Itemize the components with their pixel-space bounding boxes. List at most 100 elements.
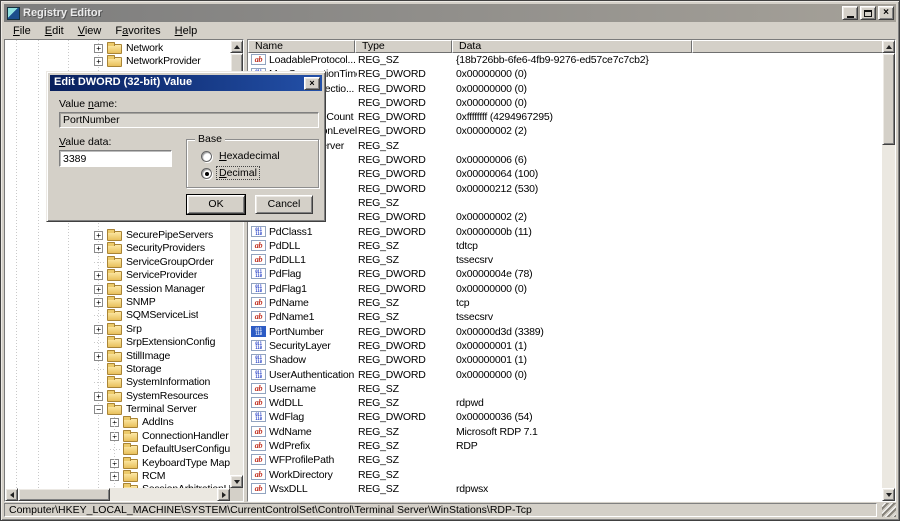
scroll-up-button[interactable] [230,40,243,53]
tree-item-network[interactable]: + Network [5,42,230,55]
registry-value-row[interactable]: 011110REG_DWORD0x00000064 (100) [248,167,882,181]
resize-grip[interactable] [882,503,896,517]
registry-value-row[interactable]: 011110MaxDisconnectio...REG_DWORD0x00000… [248,82,882,96]
tree-item-connectionhandler[interactable]: +ConnectionHandler [5,429,230,443]
column-header-blank[interactable] [692,40,886,53]
value-name-field[interactable]: PortNumber [59,112,319,128]
tree-item-stillimage[interactable]: + StillImage [5,349,230,363]
expand-toggle[interactable]: + [94,44,103,53]
tree-item-snmp[interactable]: + SNMP [5,295,230,309]
registry-value-row[interactable]: ab WorkDirectory REG_SZ [248,468,882,482]
registry-value-row[interactable]: 011110REG_DWORD0x00000212 (530) [248,182,882,196]
column-header-name[interactable]: Name [248,40,355,53]
radio-hexadecimal[interactable]: Hexadecimal [201,150,282,162]
expand-toggle[interactable]: + [94,351,103,361]
tree-item-servicegrouporder[interactable]: ServiceGroupOrder [5,255,230,269]
expand-toggle[interactable]: + [94,324,103,334]
registry-value-row[interactable]: 011110REG_DWORD0x00000006 (6) [248,153,882,167]
expand-toggle[interactable]: + [94,284,103,294]
expand-toggle[interactable]: + [94,297,103,307]
decimal-label[interactable]: Decimal [216,166,260,180]
registry-value-row[interactable]: ab PdName1 REG_SZ tssecsrv [248,310,882,324]
dialog-titlebar[interactable]: Edit DWORD (32-bit) Value × [50,75,322,91]
tree-item-securityproviders[interactable]: + SecurityProviders [5,242,230,255]
value-data-input[interactable] [59,150,172,167]
scroll-thumb[interactable] [882,53,895,145]
cancel-button[interactable]: Cancel [255,195,313,214]
tree-item-srp[interactable]: + Srp [5,322,230,336]
menu-item-favorites[interactable]: Favorites [108,23,167,39]
menu-item-edit[interactable]: Edit [38,23,71,39]
tree-item-systeminformation[interactable]: SystemInformation [5,376,230,390]
registry-value-row[interactable]: 011 110 PdClass1 REG_DWORD 0x0000000b (11) [248,225,882,239]
registry-value-row[interactable]: ab LoadableProtocol... REG_SZ {18b726bb-6fe… [248,53,882,67]
registry-value-row[interactable]: 011110MaxConnectionTimeREG_DWORD0x000000… [248,67,882,81]
registry-value-row[interactable]: abREG_SZ [248,196,882,210]
registry-value-row[interactable]: 011 110 Shadow REG_DWORD 0x00000001 (1) [248,353,882,367]
expand-toggle[interactable]: + [94,391,103,401]
scroll-right-button[interactable] [217,488,230,501]
radio-button-icon[interactable] [201,167,212,179]
menu-item-help[interactable]: Help [168,23,205,39]
minimize-button[interactable] [842,6,858,20]
registry-value-row[interactable]: 011 110 PortNumber REG_DWORD 0x00000d3d (338… [248,325,882,339]
expand-toggle[interactable]: + [94,57,103,67]
registry-value-row[interactable]: ab PdDLL REG_SZ tdtcp [248,239,882,253]
tree-item-sqmservicelist[interactable]: SQMServiceList [5,309,230,323]
registry-value-row[interactable]: 011 110 UserAuthentication REG_DWORD 0x00000… [248,368,882,382]
tree-item-addins[interactable]: +AddIns [5,416,230,429]
registry-value-row[interactable]: 011110REG_DWORD0x00000002 (2) [248,210,882,224]
tree-item-defaultuserconfiguration[interactable]: DefaultUserConfiguration [5,443,230,457]
scroll-thumb[interactable] [18,488,110,501]
list-vertical-scrollbar[interactable] [882,40,895,501]
registry-value-row[interactable]: ab Username REG_SZ [248,382,882,396]
column-header-type[interactable]: Type [355,40,452,53]
radio-decimal[interactable]: Decimal [201,166,260,180]
tree-item-keyboardtype-mapping[interactable]: +KeyboardType Mapping [5,456,230,470]
menu-item-view[interactable]: View [71,23,109,39]
registry-value-row[interactable]: ab WdName REG_SZ Microsoft RDP 7.1 [248,425,882,439]
expand-toggle[interactable]: + [94,231,103,240]
hexadecimal-label[interactable]: Hexadecimal [217,150,282,162]
tree-item-serviceprovider[interactable]: + ServiceProvider [5,269,230,282]
tree-item-label: AddIns [142,416,174,429]
registry-value-row[interactable]: 011110MaxInstanceCountREG_DWORD0xfffffff… [248,110,882,124]
ok-button[interactable]: OK [186,194,246,215]
registry-value-row[interactable]: 011 110 PdFlag1 REG_DWORD 0x00000000 (0) [248,282,882,296]
expand-toggle[interactable]: + [94,244,103,254]
tree-item-terminal-server[interactable]: − Terminal Server [5,403,230,416]
titlebar[interactable]: Registry Editor × [4,4,896,22]
registry-value-row[interactable]: ab WdDLL REG_SZ rdpwd [248,396,882,410]
tree-item-systemresources[interactable]: + SystemResources [5,389,230,403]
scroll-down-button[interactable] [882,488,895,501]
registry-value-row[interactable]: 011110REG_DWORD0x00000000 (0) [248,96,882,110]
tree-horizontal-scrollbar[interactable] [5,488,230,501]
registry-value-row[interactable]: 011 110 PdFlag REG_DWORD 0x0000004e (78) [248,267,882,281]
scroll-up-button[interactable] [882,40,895,53]
registry-value-row[interactable]: abNWLogonServerREG_SZ [248,139,882,153]
registry-value-row[interactable]: 011 110 WdFlag REG_DWORD 0x00000036 (54) [248,410,882,424]
menu-item-file[interactable]: File [6,23,38,39]
scroll-down-button[interactable] [230,475,243,488]
radio-button-icon[interactable] [201,150,212,162]
dialog-close-button[interactable]: × [304,77,320,90]
registry-value-row[interactable]: 011 110 SecurityLayer REG_DWORD 0x00000001 (… [248,339,882,353]
registry-value-row[interactable]: 011110MinEncryptionLevelREG_DWORD0x00000… [248,124,882,138]
registry-value-row[interactable]: ab PdName REG_SZ tcp [248,296,882,310]
registry-value-row[interactable]: ab WdPrefix REG_SZ RDP [248,439,882,453]
tree-item-networkprovider[interactable]: + NetworkProvider [5,55,230,68]
column-header-data[interactable]: Data [452,40,692,53]
registry-value-row[interactable]: ab WsxDLL REG_SZ rdpwsx [248,482,882,496]
tree-item-storage[interactable]: Storage [5,362,230,376]
close-button[interactable]: × [878,6,894,20]
tree-item-srpextensionconfig[interactable]: SrpExtensionConfig [5,336,230,350]
tree-item-session-manager[interactable]: + Session Manager [5,282,230,296]
registry-value-row[interactable]: ab PdDLL1 REG_SZ tssecsrv [248,253,882,267]
maximize-button[interactable] [860,6,876,20]
scroll-left-button[interactable] [5,488,18,501]
tree-item-securepipeservers[interactable]: + SecurePipeServers [5,229,230,242]
tree-item-rcm[interactable]: +RCM [5,470,230,483]
registry-value-row[interactable]: ab WFProfilePath REG_SZ [248,453,882,467]
expand-toggle[interactable]: + [94,271,103,281]
expand-toggle[interactable]: − [94,405,103,415]
